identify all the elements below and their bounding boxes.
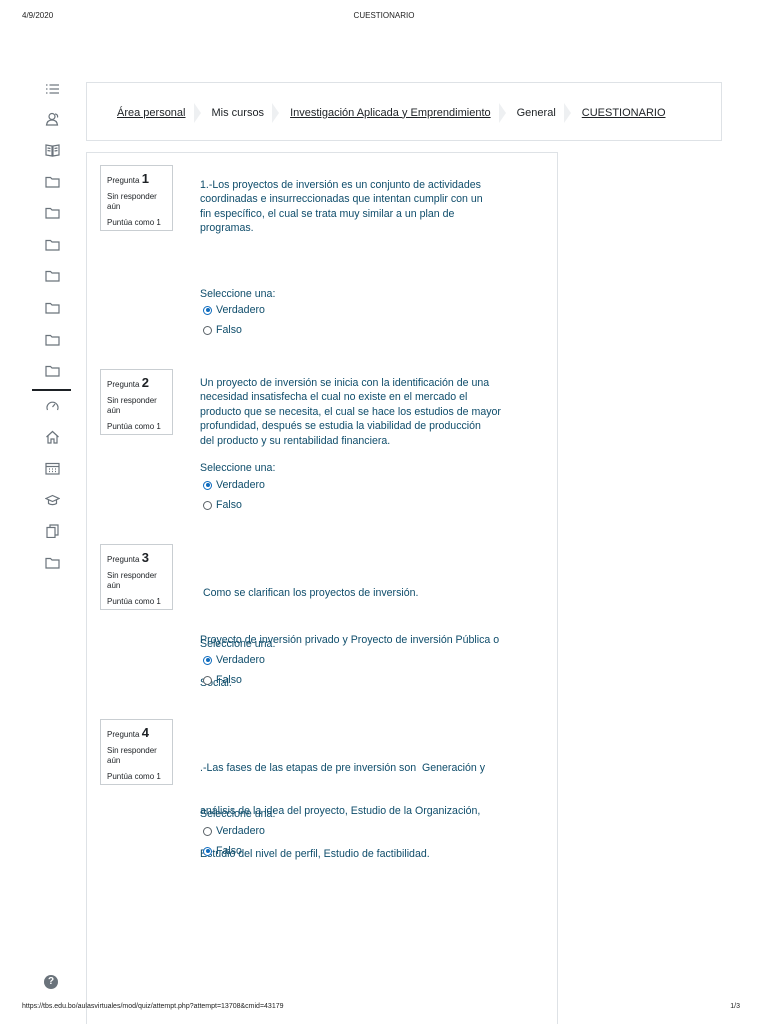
breadcrumb-container: Área personal Mis cursos Investigación A… bbox=[86, 82, 722, 141]
radio-checked[interactable] bbox=[203, 305, 212, 315]
question-info-3: Pregunta 3 Sin responder aún Puntúa como… bbox=[100, 544, 173, 610]
option-label: Verdadero bbox=[216, 304, 265, 316]
question-state: Sin responder aún bbox=[107, 570, 157, 591]
question-number: 4 bbox=[141, 725, 149, 740]
option-label: Falso bbox=[216, 499, 242, 511]
print-page-number: 1/3 bbox=[730, 1003, 740, 1010]
breadcrumb-separator bbox=[556, 83, 582, 142]
radio-checked[interactable] bbox=[203, 846, 212, 856]
question-state: Sin responder aún bbox=[107, 395, 157, 416]
q4-option-falso[interactable]: Falso bbox=[203, 844, 242, 858]
option-label: Falso bbox=[216, 845, 242, 857]
breadcrumb-separator bbox=[186, 83, 212, 142]
question-text-line: Social. bbox=[200, 677, 232, 690]
q3-option-falso[interactable]: Falso bbox=[203, 673, 242, 687]
question-points: Puntúa como 1 bbox=[107, 771, 161, 781]
radio-unchecked[interactable] bbox=[203, 325, 212, 335]
question-prompt-1: Seleccione una: bbox=[200, 288, 276, 300]
folder-icon[interactable] bbox=[45, 364, 60, 378]
question-prompt-2: Seleccione una: bbox=[200, 462, 276, 474]
print-footer: https://tbs.edu.bo/aulasvirtuales/mod/qu… bbox=[0, 1003, 768, 1015]
question-state: Sin responder aún bbox=[107, 191, 157, 212]
question-points: Puntúa como 1 bbox=[107, 596, 161, 606]
breadcrumb-separator bbox=[491, 83, 517, 142]
dashboard-icon[interactable] bbox=[45, 399, 60, 413]
question-text-line: .-Las fases de las etapas de pre inversi… bbox=[200, 761, 486, 774]
question-text-3: Como se clarifican los proyectos de inve… bbox=[200, 557, 530, 705]
question-label: Pregunta bbox=[107, 730, 140, 739]
option-label: Falso bbox=[216, 674, 242, 686]
folder-icon[interactable] bbox=[45, 556, 60, 570]
question-info-1: Pregunta 1 Sin responder aún Puntúa como… bbox=[100, 165, 173, 231]
question-number: 3 bbox=[141, 550, 149, 565]
print-header: 4/9/2020 CUESTIONARIO bbox=[0, 11, 768, 23]
question-label: Pregunta bbox=[107, 380, 140, 389]
q3-option-verdadero[interactable]: Verdadero bbox=[203, 653, 265, 667]
radio-checked[interactable] bbox=[203, 480, 212, 490]
q4-option-verdadero[interactable]: Verdadero bbox=[203, 824, 265, 838]
question-number: 2 bbox=[141, 375, 149, 390]
radio-unchecked[interactable] bbox=[203, 675, 212, 685]
q2-option-verdadero[interactable]: Verdadero bbox=[203, 478, 265, 492]
question-text-line: fin específico, el cual se trata muy sim… bbox=[200, 207, 455, 220]
radio-unchecked[interactable] bbox=[203, 826, 212, 836]
folder-icon[interactable] bbox=[45, 333, 60, 347]
question-prompt-4: Seleccione una: bbox=[200, 808, 276, 820]
print-url: https://tbs.edu.bo/aulasvirtuales/mod/qu… bbox=[22, 1003, 284, 1010]
calendar-icon[interactable] bbox=[45, 461, 60, 475]
q2-option-falso[interactable]: Falso bbox=[203, 498, 242, 512]
question-text-line: Un proyecto de inversión se inicia con l… bbox=[200, 377, 490, 389]
book-icon[interactable] bbox=[45, 143, 60, 157]
folder-icon[interactable] bbox=[45, 175, 60, 189]
question-info-2: Pregunta 2 Sin responder aún Puntúa como… bbox=[100, 369, 173, 435]
print-title: CUESTIONARIO bbox=[353, 11, 415, 20]
graduation-cap-icon[interactable] bbox=[45, 493, 60, 507]
question-text-line: Como se clarifican los proyectos de inve… bbox=[200, 586, 419, 599]
question-points: Puntúa como 1 bbox=[107, 217, 161, 227]
radio-unchecked[interactable] bbox=[203, 500, 212, 510]
breadcrumb-mis-cursos[interactable]: Mis cursos bbox=[212, 107, 265, 119]
sidebar-active-indicator bbox=[32, 389, 71, 391]
question-state: Sin responder aún bbox=[107, 745, 157, 766]
question-text-line: 1.-Los proyectos de inversión es un conj… bbox=[200, 179, 481, 191]
breadcrumb-general[interactable]: General bbox=[517, 107, 556, 119]
breadcrumb-course[interactable]: Investigación Aplicada y Emprendimiento bbox=[290, 107, 491, 119]
question-text-line: necesidad insatisfecha el cual no existe… bbox=[200, 391, 468, 404]
folder-icon[interactable] bbox=[45, 206, 60, 220]
help-button[interactable]: ? bbox=[44, 975, 58, 989]
home-icon[interactable] bbox=[45, 430, 60, 444]
breadcrumb-separator bbox=[264, 83, 290, 142]
option-label: Falso bbox=[216, 324, 242, 336]
question-text-line: producto que se necesita, el cual se hac… bbox=[200, 405, 501, 418]
option-label: Verdadero bbox=[216, 654, 265, 666]
files-icon[interactable] bbox=[45, 524, 60, 538]
question-text-line: Estudio del nivel de perfil, Estudio de … bbox=[200, 848, 430, 861]
radio-checked[interactable] bbox=[203, 655, 212, 665]
question-text-line: del producto y su rentabilidad financier… bbox=[200, 434, 391, 447]
question-number: 1 bbox=[141, 171, 149, 186]
option-label: Verdadero bbox=[216, 479, 265, 491]
question-info-4: Pregunta 4 Sin responder aún Puntúa como… bbox=[100, 719, 173, 785]
question-text-line: profundidad, después se estudia la viabi… bbox=[200, 420, 481, 433]
folder-icon[interactable] bbox=[45, 238, 60, 252]
folder-icon[interactable] bbox=[45, 301, 60, 315]
list-icon[interactable] bbox=[45, 82, 60, 96]
question-prompt-3: Seleccione una: bbox=[200, 638, 276, 650]
question-text-4: .-Las fases de las etapas de pre inversi… bbox=[200, 732, 530, 876]
breadcrumb-area-personal[interactable]: Área personal bbox=[117, 107, 186, 119]
question-text-2: Un proyecto de inversión se inicia con l… bbox=[200, 376, 530, 448]
question-text-line: programas. bbox=[200, 222, 254, 235]
question-label: Pregunta bbox=[107, 555, 140, 564]
users-icon[interactable] bbox=[45, 112, 60, 126]
folder-icon[interactable] bbox=[45, 269, 60, 283]
question-label: Pregunta bbox=[107, 176, 140, 185]
q1-option-falso[interactable]: Falso bbox=[203, 323, 242, 337]
breadcrumb-cuestionario[interactable]: CUESTIONARIO bbox=[582, 107, 666, 119]
question-text-line: coordinadas e insurreccionadas que inten… bbox=[200, 193, 483, 206]
question-points: Puntúa como 1 bbox=[107, 421, 161, 431]
question-text-1: 1.-Los proyectos de inversión es un conj… bbox=[200, 178, 530, 236]
q1-option-verdadero[interactable]: Verdadero bbox=[203, 303, 265, 317]
breadcrumb: Área personal Mis cursos Investigación A… bbox=[87, 83, 666, 142]
option-label: Verdadero bbox=[216, 825, 265, 837]
